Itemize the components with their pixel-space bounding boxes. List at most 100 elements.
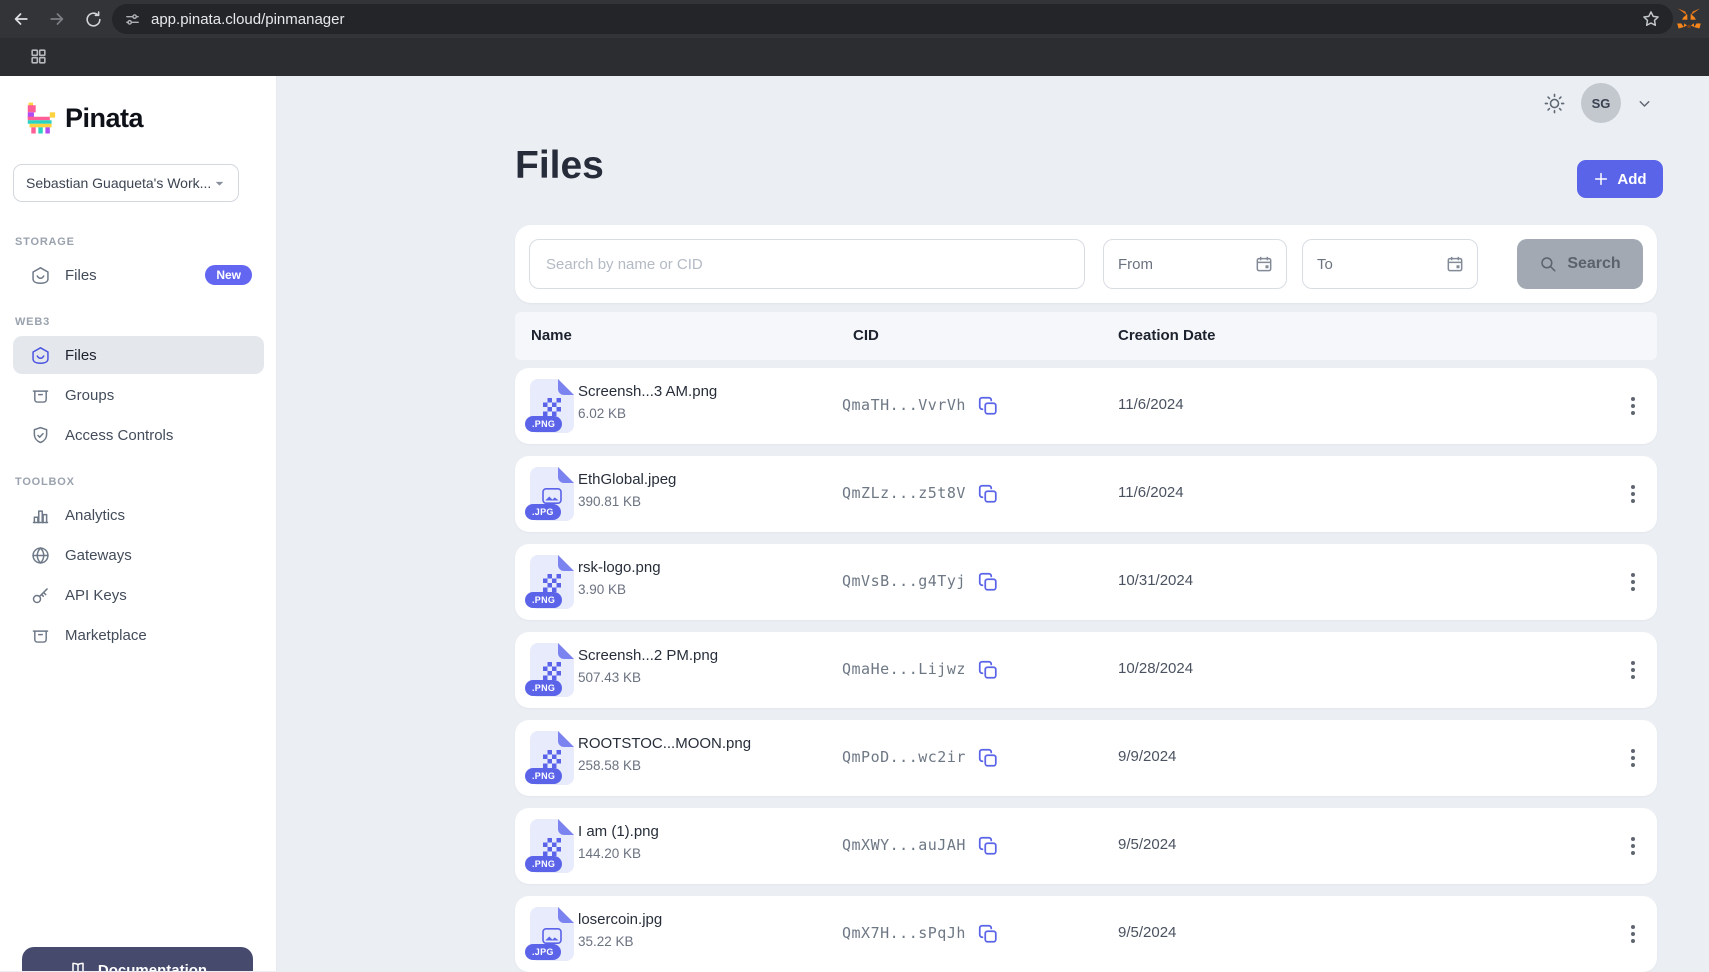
row-menu-kebab-icon[interactable]	[1620, 566, 1646, 598]
file-type-icon: .PNG	[530, 379, 574, 433]
file-type-icon: .JPG	[530, 467, 574, 521]
table-row[interactable]: .PNG ROOTSTOC...MOON.png 258.58 KB QmPoD…	[515, 720, 1657, 796]
files-icon	[30, 265, 51, 286]
chevron-down-icon[interactable]	[1636, 95, 1653, 112]
sidebar-item-access-controls[interactable]: Access Controls	[13, 416, 264, 454]
file-extension-badge: .PNG	[525, 856, 562, 872]
checker-glyph	[543, 398, 561, 416]
sidebar-item-api-keys[interactable]: API Keys	[13, 576, 264, 614]
forward-icon[interactable]	[42, 4, 72, 34]
file-type-icon: .PNG	[530, 731, 574, 785]
sidebar-item-label: Access Controls	[65, 427, 252, 444]
back-icon[interactable]	[6, 4, 36, 34]
url-text: app.pinata.cloud/pinmanager	[151, 11, 1641, 28]
site-settings-icon[interactable]	[124, 11, 141, 28]
file-cid: QmX7H...sPqJh	[842, 924, 966, 942]
sidebar-section-label: WEB3	[15, 316, 264, 328]
column-header-name: Name	[531, 312, 572, 360]
sidebar-item-files[interactable]: Files	[13, 336, 264, 374]
column-header-creation-date: Creation Date	[1118, 312, 1216, 360]
search-button[interactable]: Search	[1517, 239, 1643, 289]
photo-glyph	[541, 487, 563, 505]
sidebar-item-analytics[interactable]: Analytics	[13, 496, 264, 534]
pinata-llama-icon	[26, 102, 56, 135]
sidebar-item-label: API Keys	[65, 587, 252, 604]
file-type-icon: .PNG	[530, 819, 574, 873]
file-cid: QmPoD...wc2ir	[842, 748, 966, 766]
row-menu-kebab-icon[interactable]	[1620, 478, 1646, 510]
avatar[interactable]: SG	[1581, 83, 1621, 123]
copy-cid-icon[interactable]	[977, 394, 1001, 418]
reload-icon[interactable]	[78, 4, 108, 34]
column-header-cid: CID	[853, 312, 879, 360]
row-menu-kebab-icon[interactable]	[1620, 654, 1646, 686]
copy-cid-icon[interactable]	[977, 922, 1001, 946]
table-row[interactable]: .PNG Screensh...3 AM.png 6.02 KB QmaTH..…	[515, 368, 1657, 444]
calendar-icon[interactable]	[1254, 254, 1274, 274]
sidebar-item-files[interactable]: FilesNew	[13, 256, 264, 294]
checker-glyph	[543, 750, 561, 768]
sidebar-section-label: STORAGE	[15, 236, 264, 248]
apps-grid-icon[interactable]	[29, 47, 48, 66]
copy-cid-icon[interactable]	[977, 834, 1001, 858]
logo-wordmark: Pinata	[65, 103, 143, 134]
search-input[interactable]	[529, 239, 1085, 289]
file-cid: QmZLz...z5t8V	[842, 484, 966, 502]
file-name: rsk-logo.png	[578, 559, 661, 576]
copy-cid-icon[interactable]	[977, 658, 1001, 682]
row-menu-kebab-icon[interactable]	[1620, 390, 1646, 422]
sidebar-item-groups[interactable]: Groups	[13, 376, 264, 414]
file-cid: QmaHe...Lijwz	[842, 660, 966, 678]
photo-glyph	[541, 927, 563, 945]
file-name: Screensh...3 AM.png	[578, 383, 717, 400]
file-size: 6.02 KB	[578, 406, 626, 421]
row-menu-kebab-icon[interactable]	[1620, 742, 1646, 774]
calendar-icon[interactable]	[1445, 254, 1465, 274]
date-to-input[interactable]	[1317, 256, 1445, 273]
shield-check-icon	[30, 425, 51, 446]
copy-cid-icon[interactable]	[977, 482, 1001, 506]
row-menu-kebab-icon[interactable]	[1620, 830, 1646, 862]
sidebar-item-label: Marketplace	[65, 627, 252, 644]
file-cid: QmXWY...auJAH	[842, 836, 966, 854]
sidebar-item-gateways[interactable]: Gateways	[13, 536, 264, 574]
copy-cid-icon[interactable]	[977, 746, 1001, 770]
metamask-extension-icon[interactable]	[1677, 8, 1701, 30]
sidebar-section: TOOLBOX AnalyticsGatewaysAPI KeysMarketp…	[13, 476, 264, 654]
file-name: EthGlobal.jpeg	[578, 471, 676, 488]
date-to-field[interactable]	[1302, 239, 1478, 289]
file-size: 390.81 KB	[578, 494, 641, 509]
url-bar[interactable]: app.pinata.cloud/pinmanager	[112, 4, 1673, 34]
file-size: 258.58 KB	[578, 758, 641, 773]
filter-bar: Search	[515, 225, 1657, 303]
pinata-logo[interactable]: Pinata	[26, 102, 143, 135]
sidebar-nav: STORAGE FilesNew WEB3 Files Groups Access …	[13, 236, 264, 656]
sidebar-item-label: Analytics	[65, 507, 252, 524]
table-row[interactable]: .JPG EthGlobal.jpeg 390.81 KB QmZLz...z5…	[515, 456, 1657, 532]
files-icon	[30, 345, 51, 366]
browser-secondary-strip	[0, 38, 1709, 76]
sidebar-item-label: Groups	[65, 387, 252, 404]
file-extension-badge: .PNG	[525, 768, 562, 784]
sidebar-item-label: Files	[65, 267, 191, 284]
date-from-input[interactable]	[1118, 256, 1254, 273]
copy-cid-icon[interactable]	[977, 570, 1001, 594]
bookmark-star-icon[interactable]	[1641, 9, 1661, 29]
date-from-field[interactable]	[1103, 239, 1287, 289]
sidebar-item-marketplace[interactable]: Marketplace	[13, 616, 264, 654]
table-row[interactable]: .PNG rsk-logo.png 3.90 KB QmVsB...g4Tyj …	[515, 544, 1657, 620]
workspace-name: Sebastian Guaqueta's Work...	[26, 175, 213, 191]
box-icon	[30, 625, 51, 646]
add-button[interactable]: Add	[1577, 160, 1663, 198]
table-row[interactable]: .PNG Screensh...2 PM.png 507.43 KB QmaHe…	[515, 632, 1657, 708]
theme-toggle-sun-icon[interactable]	[1543, 92, 1566, 115]
workspace-selector[interactable]: Sebastian Guaqueta's Work...	[13, 164, 239, 202]
file-type-icon: .PNG	[530, 555, 574, 609]
documentation-button[interactable]: Documentation	[22, 947, 253, 971]
row-menu-kebab-icon[interactable]	[1620, 918, 1646, 950]
sidebar-section: STORAGE FilesNew	[13, 236, 264, 294]
file-cid: QmVsB...g4Tyj	[842, 572, 966, 590]
table-row[interactable]: .PNG I am (1).png 144.20 KB QmXWY...auJA…	[515, 808, 1657, 884]
table-row[interactable]: .JPG losercoin.jpg 35.22 KB QmX7H...sPqJ…	[515, 896, 1657, 972]
file-size: 507.43 KB	[578, 670, 641, 685]
